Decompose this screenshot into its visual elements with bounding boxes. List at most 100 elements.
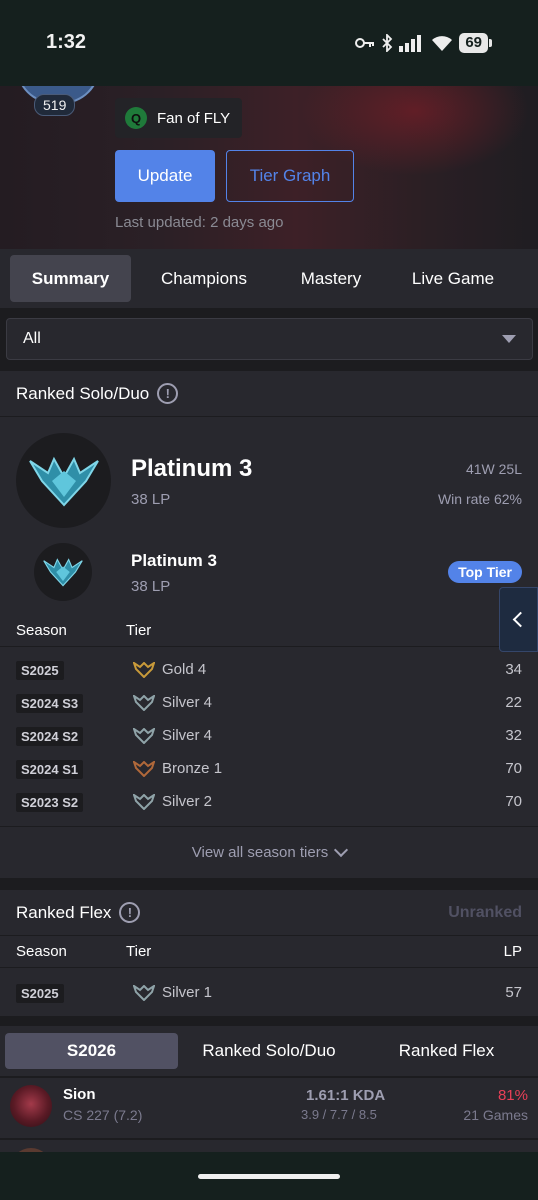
season-tag: S2025 xyxy=(16,661,64,680)
table-row: S2025 Gold 4 34 xyxy=(0,653,538,686)
tier-lp: 57 xyxy=(505,984,522,1001)
view-all-season-tiers-button[interactable]: View all season tiers xyxy=(0,826,538,878)
vpn-key-icon xyxy=(355,38,375,48)
win-rate: Win rate 62% xyxy=(437,491,522,507)
info-icon[interactable]: ! xyxy=(119,902,141,923)
solo-season-table: Season Tier LP S2025 Gold 4 34 S2024 S3 … xyxy=(0,615,538,818)
column-tier: Tier xyxy=(126,943,152,960)
tab-ranked-solo-duo[interactable]: Ranked Solo/Duo xyxy=(178,1033,360,1069)
table-row: S2024 S1 Bronze 1 70 xyxy=(0,752,538,785)
season-tag: S2024 S1 xyxy=(16,760,84,779)
ranked-solo-card: Ranked Solo/Duo ! Platinum 3 38 LP 41W 2… xyxy=(0,371,538,878)
table-header: Season Tier LP xyxy=(0,615,538,647)
chevron-down-icon xyxy=(334,842,349,858)
fan-label: Fan of FLY xyxy=(157,109,231,127)
silver-tier-icon xyxy=(133,728,155,744)
signal-icon xyxy=(399,35,422,52)
ranked-flex-card: Ranked Flex ! Unranked Season Tier LP S2… xyxy=(0,890,538,1016)
champion-win-rate: 81% xyxy=(497,1087,528,1104)
profile-tabs: Summary Champions Mastery Live Game xyxy=(0,249,538,308)
peak-emblem-icon xyxy=(34,543,92,601)
side-panel-toggle[interactable] xyxy=(499,587,538,652)
silver-tier-icon xyxy=(133,695,155,711)
season-tag: S2023 S2 xyxy=(16,793,84,812)
home-gesture-bar[interactable] xyxy=(198,1174,340,1179)
column-lp: LP xyxy=(503,943,522,960)
chevron-left-icon xyxy=(512,611,529,628)
update-button[interactable]: Update xyxy=(115,150,215,202)
level-badge: 519 xyxy=(34,94,76,116)
tab-mastery[interactable]: Mastery xyxy=(277,255,385,302)
tier-lp: 34 xyxy=(505,661,522,678)
champion-name: Sion xyxy=(63,1086,96,1103)
champion-games: 21 Games xyxy=(463,1107,528,1123)
tier-graph-button[interactable]: Tier Graph xyxy=(226,150,354,202)
champion-cs: CS 227 (7.2) xyxy=(63,1107,143,1123)
peak-tier: Platinum 3 xyxy=(131,551,217,570)
battery-tip xyxy=(489,39,492,47)
status-bar: 1:32 69 xyxy=(0,0,538,86)
team-logo-icon: Q xyxy=(125,107,147,129)
status-time: 1:32 xyxy=(46,31,87,53)
current-tier: Platinum 3 xyxy=(131,455,253,482)
tab-ranked-flex[interactable]: Ranked Flex xyxy=(360,1033,533,1069)
status-icons: 69 xyxy=(355,33,492,53)
champion-kda: 1.61:1 KDA xyxy=(306,1087,386,1104)
profile-header: 519 Q Fan of FLY Update Tier Graph Last … xyxy=(0,86,538,249)
ranked-flex-title: Ranked Flex xyxy=(16,902,112,922)
tab-champions[interactable]: Champions xyxy=(131,255,277,302)
top-tier-badge: Top Tier xyxy=(448,561,522,583)
ranked-solo-header: Ranked Solo/Duo ! xyxy=(0,371,538,417)
last-updated-text: Last updated: 2 days ago xyxy=(115,214,284,231)
filter-value: All xyxy=(23,330,41,347)
champion-portrait xyxy=(10,1085,52,1127)
tier-name: Silver 4 xyxy=(162,727,213,744)
battery-indicator: 69 xyxy=(459,33,488,53)
silver-tier-icon xyxy=(133,794,155,810)
tier-name: Silver 2 xyxy=(162,793,213,810)
flex-season-table: Season Tier LP S2025 Silver 1 57 xyxy=(0,936,538,1009)
current-lp: 38 LP xyxy=(131,491,171,508)
column-season: Season xyxy=(16,622,67,639)
tier-name: Silver 1 xyxy=(162,984,213,1001)
ranked-solo-title: Ranked Solo/Duo xyxy=(16,383,150,403)
table-row: S2024 S2 Silver 4 32 xyxy=(0,719,538,752)
fan-badge[interactable]: Q Fan of FLY xyxy=(115,98,243,138)
tier-name: Bronze 1 xyxy=(162,760,223,777)
season-tag: S2024 S2 xyxy=(16,727,84,746)
table-header: Season Tier LP xyxy=(0,936,538,968)
season-tabs: S2026 Ranked Solo/Duo Ranked Flex xyxy=(0,1026,538,1076)
queue-filter-select[interactable]: All xyxy=(6,318,533,360)
win-loss-record: 41W 25L xyxy=(465,461,522,477)
season-tag: S2025 xyxy=(16,984,64,1003)
silver-tier-icon xyxy=(133,985,155,1001)
dropdown-caret-icon xyxy=(502,335,516,343)
flex-status: Unranked xyxy=(448,904,522,921)
info-icon[interactable]: ! xyxy=(157,383,179,404)
tab-summary[interactable]: Summary xyxy=(10,255,131,302)
season-tag: S2024 S3 xyxy=(16,694,84,713)
bronze-tier-icon xyxy=(133,761,155,777)
table-row: S2025 Silver 1 57 xyxy=(0,976,538,1009)
tier-name: Gold 4 xyxy=(162,661,207,678)
tab-s2026[interactable]: S2026 xyxy=(5,1033,178,1069)
tier-lp: 22 xyxy=(505,694,522,711)
system-navigation-bar xyxy=(0,1152,538,1200)
view-all-label: View all season tiers xyxy=(191,844,329,861)
platinum-emblem-icon xyxy=(16,433,111,528)
wifi-icon xyxy=(432,36,453,51)
tier-name: Silver 4 xyxy=(162,694,213,711)
gold-tier-icon xyxy=(133,662,155,678)
table-row: S2024 S3 Silver 4 22 xyxy=(0,686,538,719)
tier-lp: 70 xyxy=(505,793,522,810)
bluetooth-icon xyxy=(382,34,393,52)
tier-lp: 70 xyxy=(505,760,522,777)
tab-live-game[interactable]: Live Game xyxy=(385,255,521,302)
column-season: Season xyxy=(16,943,67,960)
champion-kda-detail: 3.9 / 7.7 / 8.5 xyxy=(301,1107,377,1122)
peak-lp: 38 LP xyxy=(131,578,171,595)
tier-lp: 32 xyxy=(505,727,522,744)
champion-row[interactable]: Sion CS 227 (7.2) 1.61:1 KDA 3.9 / 7.7 /… xyxy=(0,1078,538,1138)
table-row: S2023 S2 Silver 2 70 xyxy=(0,785,538,818)
column-tier: Tier xyxy=(126,622,152,639)
